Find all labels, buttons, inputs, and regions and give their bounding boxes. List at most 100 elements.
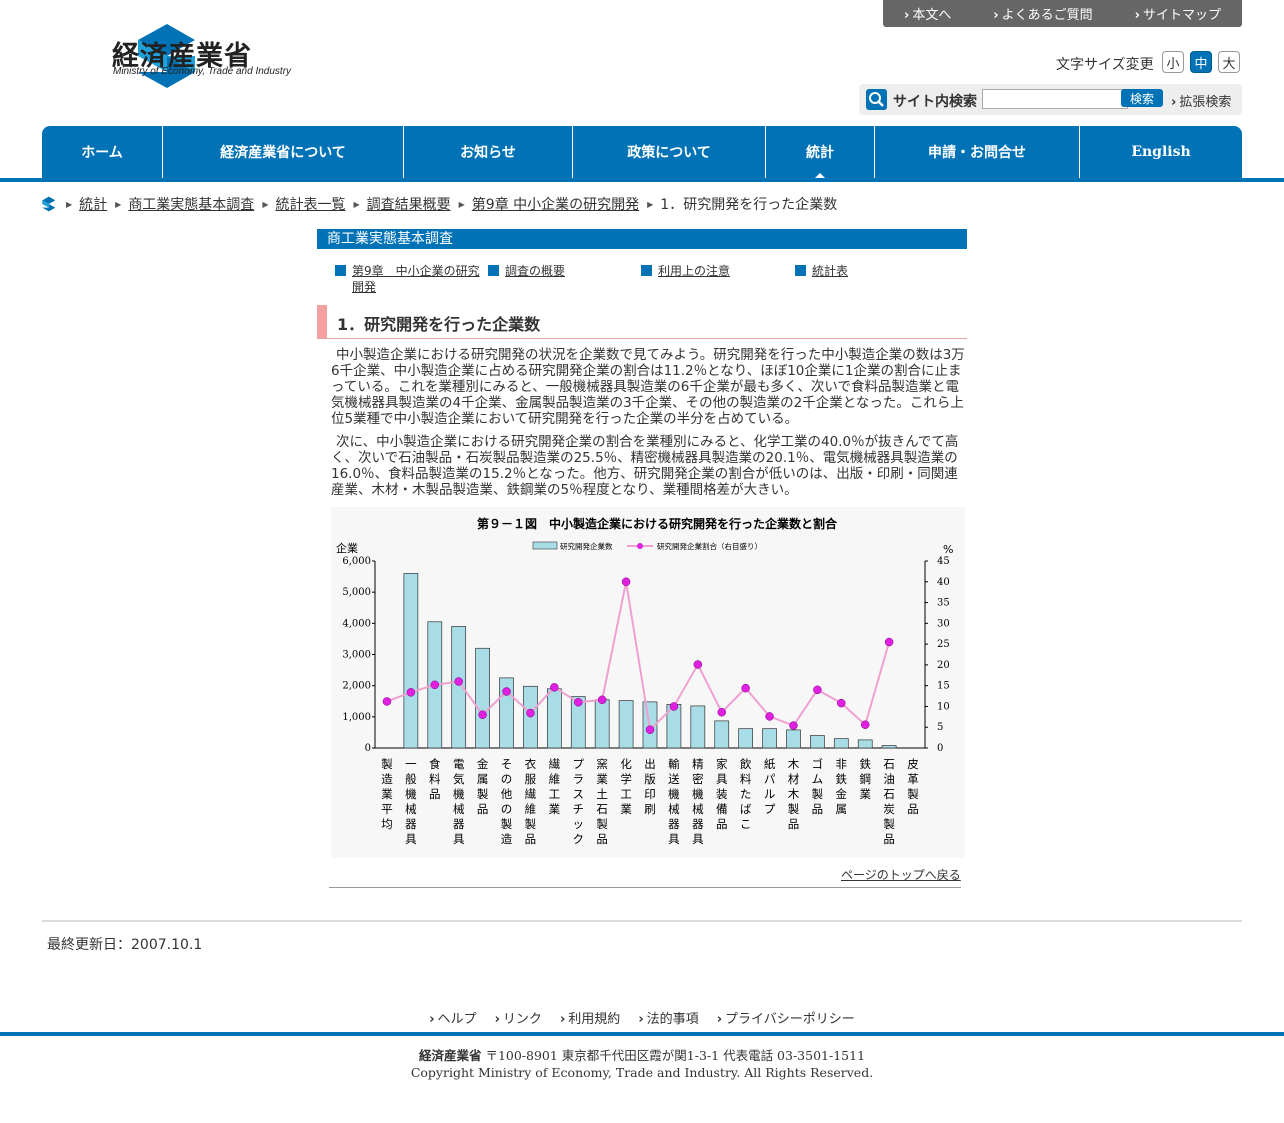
category-label-9: 窯業土石製品 bbox=[596, 757, 608, 846]
square-bullet-icon bbox=[641, 265, 652, 276]
last-updated: 最終更新日：2007.10.1 bbox=[47, 937, 203, 953]
footer-link-terms[interactable]: 利用規約 bbox=[560, 1008, 620, 1027]
ratio-point-12 bbox=[669, 702, 679, 711]
ratio-point-15 bbox=[741, 683, 750, 693]
y-tick-label: 5,000 bbox=[342, 587, 371, 598]
nav-application[interactable]: 申請・お問合せ bbox=[875, 126, 1080, 178]
ratio-point-19 bbox=[837, 698, 846, 708]
category-label-2: 食料品 bbox=[429, 757, 441, 801]
chart-title: 第９－１図 中小製造企業における研究開発を行った企業数と割合 bbox=[477, 516, 838, 531]
bar-16 bbox=[762, 728, 777, 749]
category-label-20: 鉄鋼業 bbox=[859, 757, 871, 801]
bar-17 bbox=[786, 729, 801, 749]
sub-link-chapter9[interactable]: 第9章 中小企業の研究開発 bbox=[335, 263, 483, 295]
footer-org: 経済産業省 bbox=[418, 1048, 482, 1063]
sub-link-notes-label[interactable]: 利用上の注意 bbox=[658, 263, 730, 279]
nav-english[interactable]: English bbox=[1080, 126, 1242, 178]
nav-underline bbox=[0, 178, 1284, 182]
nav-statistics[interactable]: 統計 bbox=[766, 126, 875, 178]
breadcrumb-statistics[interactable]: 統計 bbox=[79, 194, 107, 214]
font-size-medium-button[interactable]: 中 bbox=[1190, 51, 1212, 73]
footer-link-links[interactable]: リンク bbox=[495, 1008, 542, 1027]
advanced-search-link[interactable]: 拡張検索 bbox=[1171, 91, 1231, 110]
bar-7 bbox=[546, 688, 562, 749]
sub-link-notes[interactable]: 利用上の注意 bbox=[641, 263, 730, 279]
y-tick-label: 4,000 bbox=[342, 618, 371, 629]
y2-tick-label: 30 bbox=[937, 618, 950, 629]
bar-1 bbox=[403, 573, 419, 749]
chart-bars bbox=[403, 573, 897, 749]
heading-accent-bar bbox=[317, 305, 327, 338]
logo-subtitle: Ministry of Economy, Trade and Industry bbox=[113, 66, 292, 77]
category-label-14: 家具装備品 bbox=[716, 757, 728, 831]
ratio-point-7 bbox=[550, 683, 559, 692]
bar-4 bbox=[475, 647, 490, 749]
ratio-point-13 bbox=[693, 660, 703, 669]
y-tick-label: 6,000 bbox=[342, 556, 371, 567]
y2-tick-label: 45 bbox=[937, 556, 950, 567]
footer-line bbox=[0, 1032, 1284, 1036]
home-logo-icon[interactable] bbox=[42, 196, 58, 212]
section-title-bar: 商工業実態基本調査 bbox=[317, 229, 967, 249]
category-label-13: 精密機械器具 bbox=[692, 757, 704, 846]
search-button[interactable]: 検索 bbox=[1121, 89, 1163, 107]
font-size-small-button[interactable]: 小 bbox=[1162, 51, 1184, 73]
sub-link-overview[interactable]: 調査の概要 bbox=[488, 263, 565, 279]
font-size-label: 文字サイズ変更 bbox=[1056, 57, 1154, 73]
top-link-sitemap[interactable]: サイトマップ bbox=[1135, 4, 1221, 23]
footer-link-privacy[interactable]: プライバシーポリシー bbox=[717, 1008, 855, 1027]
ratio-point-20 bbox=[860, 720, 870, 729]
nav-home[interactable]: ホーム bbox=[42, 126, 163, 178]
legend-bar-swatch bbox=[532, 541, 558, 550]
breadcrumb-separator-icon: ▶ bbox=[647, 199, 654, 209]
bar-21 bbox=[881, 745, 897, 749]
square-bullet-icon bbox=[335, 265, 346, 276]
footer-link-help[interactable]: ヘルプ bbox=[429, 1008, 477, 1027]
page-top-link[interactable]: ページのトップへ戻る bbox=[841, 866, 961, 883]
y2-tick-label: 40 bbox=[937, 577, 950, 588]
search-input[interactable] bbox=[982, 89, 1128, 109]
bar-10 bbox=[618, 700, 634, 749]
sub-link-tables-label[interactable]: 統計表 bbox=[812, 263, 848, 279]
top-link-main[interactable]: 本文へ bbox=[904, 4, 951, 23]
y2-tick-label: 20 bbox=[937, 660, 950, 671]
footer-link-legal[interactable]: 法的事項 bbox=[638, 1008, 699, 1027]
category-label-8: プラスチック bbox=[573, 757, 585, 846]
chart-legend: 研究開発企業数 研究開発企業割合（右目盛り） bbox=[532, 541, 762, 551]
ratio-point-16 bbox=[765, 712, 774, 721]
page-heading: 1．研究開発を行った企業数 bbox=[337, 315, 541, 334]
search-label: サイト内検索 bbox=[893, 94, 977, 110]
y-tick-label: 1,000 bbox=[342, 712, 371, 723]
category-label-6: 衣服繊維製品 bbox=[525, 757, 537, 846]
ratio-point-21 bbox=[884, 637, 894, 647]
bar-20 bbox=[857, 739, 873, 749]
category-label-3: 電気機械器具 bbox=[453, 757, 465, 846]
sub-link-tables[interactable]: 統計表 bbox=[795, 263, 848, 279]
sub-link-overview-label[interactable]: 調査の概要 bbox=[505, 263, 565, 279]
category-label-7: 繊維工業 bbox=[549, 757, 561, 816]
ratio-point-5 bbox=[502, 687, 511, 696]
breadcrumb-survey[interactable]: 商工業実態基本調査 bbox=[128, 194, 254, 214]
category-label-16: 紙パルプ bbox=[764, 757, 776, 816]
bar-19 bbox=[833, 738, 849, 749]
bar-18 bbox=[810, 735, 825, 749]
ratio-point-14 bbox=[717, 708, 726, 717]
breadcrumb-table-list[interactable]: 統計表一覧 bbox=[275, 194, 345, 214]
chart: 第９－１図 中小製造企業における研究開発を行った企業数と割合 企業 % 研究開発… bbox=[331, 507, 965, 858]
ratio-point-8 bbox=[574, 698, 583, 707]
legend-marker-swatch bbox=[637, 543, 643, 549]
paragraph-2: 次に、中小製造企業における研究開発企業の割合を業種別にみると、化学工業の40.0… bbox=[331, 434, 959, 498]
top-link-faq[interactable]: よくあるご質問 bbox=[993, 4, 1093, 23]
font-size-large-button[interactable]: 大 bbox=[1218, 51, 1240, 73]
bar-13 bbox=[690, 705, 706, 749]
sub-link-chapter9-label[interactable]: 第9章 中小企業の研究開発 bbox=[352, 263, 483, 295]
nav-policy[interactable]: 政策について bbox=[573, 126, 766, 178]
nav-about[interactable]: 経済産業省について bbox=[163, 126, 404, 178]
nav-news[interactable]: お知らせ bbox=[404, 126, 573, 178]
y2-tick-label: 15 bbox=[937, 681, 950, 692]
ratio-point-10 bbox=[621, 577, 631, 587]
breadcrumb: ▶ 統計 ▶ 商工業実態基本調査 ▶ 統計表一覧 ▶ 調査結果概要 ▶ 第9章 中小企業の… bbox=[42, 194, 837, 214]
breadcrumb-chapter9[interactable]: 第9章 中小企業の研究開発 bbox=[472, 194, 639, 214]
breadcrumb-summary[interactable]: 調査結果概要 bbox=[367, 194, 451, 214]
breadcrumb-separator-icon: ▶ bbox=[262, 199, 269, 209]
